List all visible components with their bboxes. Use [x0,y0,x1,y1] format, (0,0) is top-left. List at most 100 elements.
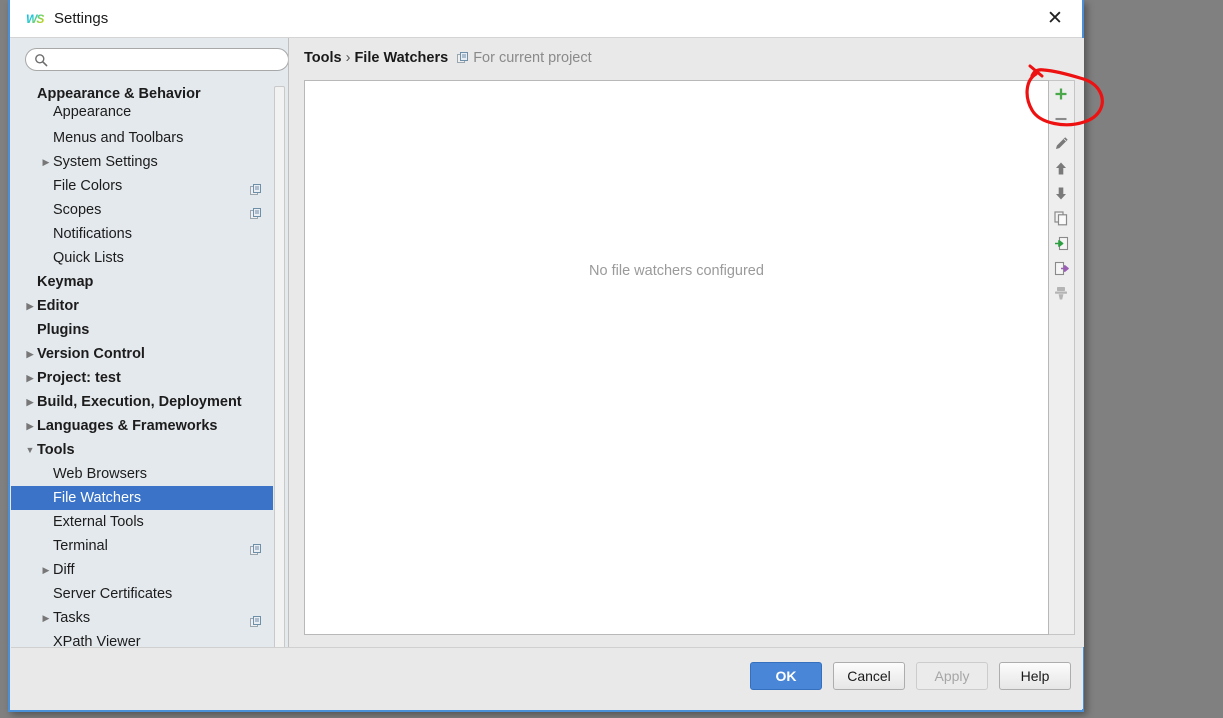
breadcrumb-root[interactable]: Tools [304,50,342,66]
webstorm-logo-icon: WS [26,12,44,26]
export-button[interactable] [1049,256,1073,281]
sidebar-item-project-test[interactable]: ▶ Project: test [11,366,273,390]
copy-watcher-button [1049,206,1073,231]
project-scope-icon [457,52,469,64]
chevron-right-icon[interactable]: ▶ [37,558,55,582]
breadcrumb-separator: › [345,50,351,66]
settings-tree[interactable]: Appearance & Behavior Appearance Menus and… [11,82,273,647]
search-icon [34,53,48,67]
sidebar-item-label: Plugins [37,322,90,338]
import-arrow-icon [1054,236,1069,251]
sidebar-item-tasks[interactable]: ▶ Tasks [11,606,273,630]
sidebar-item-appearance[interactable]: Appearance [11,106,273,126]
sidebar-item-tools[interactable]: ▼ Tools [11,438,273,462]
chevron-down-icon[interactable]: ▼ [21,438,39,462]
settings-sidebar: Appearance & Behavior Appearance Menus and… [11,38,289,647]
sidebar-item-web-browsers[interactable]: Web Browsers [11,462,273,486]
sidebar-item-label: Project: test [37,370,121,386]
project-scope-icon [250,540,262,555]
sidebar-item-keymap[interactable]: Keymap [11,270,273,294]
sidebar-scrollbar-thumb[interactable] [274,86,285,647]
pencil-icon [1054,136,1069,151]
sidebar-item-label: Notifications [53,226,132,242]
settings-dialog: WS Settings ✕ Appearance & Behavior Appea… [8,0,1084,712]
sidebar-item-notifications[interactable]: Notifications [11,222,273,246]
chevron-right-icon[interactable]: ▶ [21,414,39,438]
sidebar-item-label: File Watchers [53,490,142,506]
sidebar-item-label: Appearance [53,106,132,120]
sidebar-item-label: Version Control [37,346,145,362]
sidebar-item-server-certificates[interactable]: Server Certificates [11,582,273,606]
sidebar-item-label: Keymap [37,274,94,290]
sidebar-item-label: Quick Lists [53,250,124,266]
project-scope-icon [250,612,262,627]
dialog-footer: OK Cancel Apply Help [11,647,1083,709]
sidebar-item-label: External Tools [53,514,144,530]
close-icon[interactable]: ✕ [1040,6,1070,32]
sidebar-item-build-execution-deployment[interactable]: ▶ Build, Execution, Deployment [11,390,273,414]
sidebar-item-xpath-viewer[interactable]: XPath Viewer [11,630,273,647]
add-watcher-button[interactable] [1049,81,1073,106]
remove-watcher-button [1049,106,1073,131]
screen: WS Settings ✕ Appearance & Behavior Appea… [0,0,1223,718]
sidebar-item-file-watchers[interactable]: File Watchers [11,486,273,510]
file-watchers-list-panel[interactable]: No file watchers configured [304,80,1049,635]
copy-icon [1053,211,1069,226]
import-button[interactable] [1049,231,1073,256]
sidebar-item-label: Server Certificates [53,586,173,602]
arrow-up-icon [1054,161,1068,176]
breadcrumb: Tools › File Watchers For current project [304,50,592,66]
help-button[interactable]: Help [999,662,1071,690]
search-box[interactable] [25,48,288,72]
sidebar-item-label: Web Browsers [53,466,148,482]
sidebar-item-diff[interactable]: ▶ Diff [11,558,273,582]
sidebar-item-external-tools[interactable]: External Tools [11,510,273,534]
filter-button [1049,281,1073,306]
sidebar-item-label: Menus and Toolbars [53,130,184,146]
chevron-right-icon[interactable]: ▶ [37,150,55,174]
breadcrumb-current: File Watchers [354,50,449,66]
sidebar-item-label: XPath Viewer [53,634,141,647]
sidebar-item-label: File Colors [53,178,123,194]
sidebar-item-terminal[interactable]: Terminal [11,534,273,558]
settings-content: Tools › File Watchers For current project … [290,38,1084,647]
sidebar-item-label: Appearance & Behavior [37,86,201,102]
title-bar: WS Settings ✕ [10,0,1082,38]
arrow-down-icon [1054,186,1068,201]
search-input[interactable] [52,49,284,72]
sidebar-item-quick-lists[interactable]: Quick Lists [11,246,273,270]
project-scope-icon [250,180,262,195]
sidebar-item-label: Tasks [53,610,91,626]
sidebar-item-file-colors[interactable]: File Colors [11,174,273,198]
minus-icon [1054,112,1068,126]
empty-state-message: No file watchers configured [589,263,764,279]
sidebar-item-plugins[interactable]: Plugins [11,318,273,342]
chevron-right-icon[interactable]: ▶ [21,366,39,390]
chevron-right-icon[interactable]: ▶ [21,294,39,318]
sidebar-item-label: Scopes [53,202,102,218]
sidebar-item-label: Build, Execution, Deployment [37,394,242,410]
sidebar-item-languages-frameworks[interactable]: ▶ Languages & Frameworks [11,414,273,438]
ok-button[interactable]: OK [750,662,822,690]
chevron-right-icon[interactable]: ▶ [21,390,39,414]
sidebar-item-appearance-behavior[interactable]: Appearance & Behavior [11,82,273,106]
sidebar-item-label: Languages & Frameworks [37,418,218,434]
sidebar-item-label: Editor [37,298,79,314]
sidebar-item-version-control[interactable]: ▶ Version Control [11,342,273,366]
file-watchers-toolbar [1049,80,1075,635]
move-up-button [1049,156,1073,181]
sidebar-item-label: Terminal [53,538,108,554]
chevron-right-icon[interactable]: ▶ [37,606,55,630]
cancel-button[interactable]: Cancel [833,662,905,690]
filter-icon [1054,286,1068,301]
sidebar-item-system-settings[interactable]: ▶ System Settings [11,150,273,174]
apply-button: Apply [916,662,988,690]
window-title: Settings [54,10,109,27]
search-field-wrapper [25,48,288,72]
sidebar-item-editor[interactable]: ▶ Editor [11,294,273,318]
sidebar-item-menus-and-toolbars[interactable]: Menus and Toolbars [11,126,273,150]
sidebar-item-scopes[interactable]: Scopes [11,198,273,222]
sidebar-item-label: System Settings [53,154,158,170]
move-down-button [1049,181,1073,206]
chevron-right-icon[interactable]: ▶ [21,342,39,366]
